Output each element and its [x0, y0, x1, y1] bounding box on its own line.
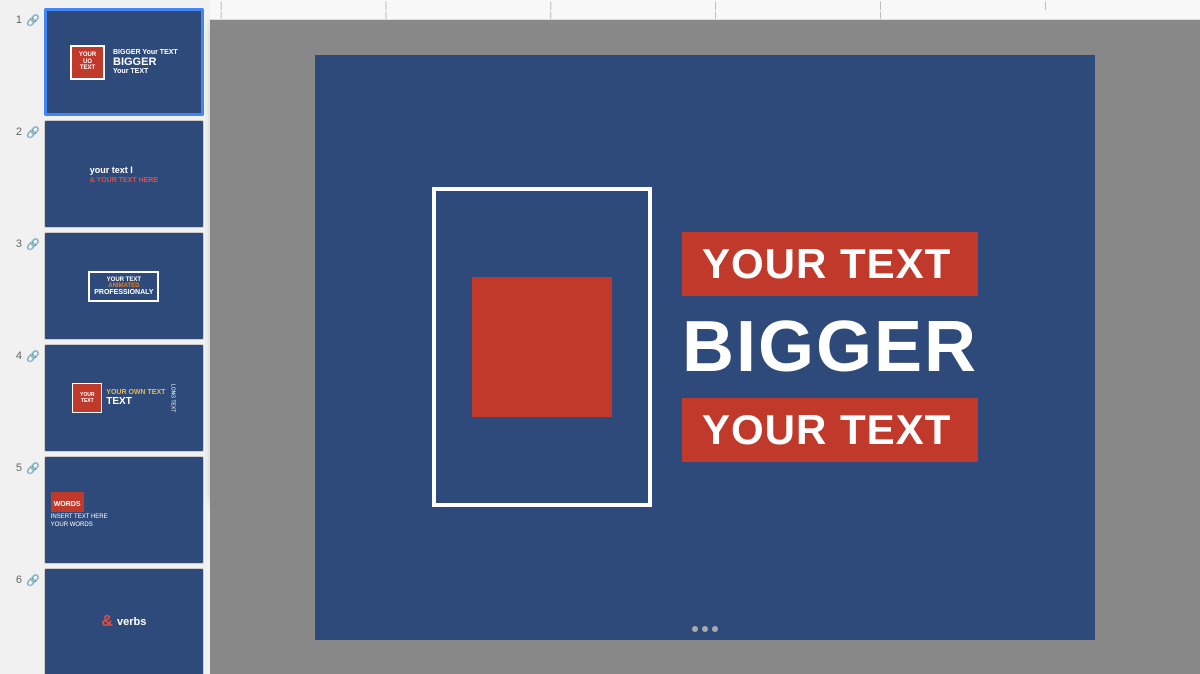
dot-1	[692, 626, 698, 632]
slide-thumbnail-5[interactable]: WORDS INSERT TEXT HERE YOUR WORDS	[44, 456, 204, 564]
link-icon-2: 🔗	[26, 120, 40, 139]
thumbnail-wrapper-5: 5 🔗 WORDS INSERT TEXT HERE YOUR WORDS	[6, 456, 204, 564]
slide-dots	[692, 626, 718, 632]
thumb1-small-text: BIGGER Your TEXT	[113, 49, 178, 56]
link-icon-1: 🔗	[26, 8, 40, 27]
thumbnail-wrapper-4: 4 🔗 YOUR TEXT YOUR OWN TEXT TEXT LONG TE…	[6, 344, 204, 452]
slide-bigger-text: BIGGER	[682, 306, 978, 388]
thumb4-rt2: TEXT	[81, 398, 94, 404]
slide-thumbnail-4[interactable]: YOUR TEXT YOUR OWN TEXT TEXT LONG TEXT	[44, 344, 204, 452]
slide-content: YOUR TEXT BIGGER YOUR TEXT	[315, 55, 1095, 640]
thumb2-text1: your text I	[90, 165, 133, 175]
thumb6-text: verbs	[117, 616, 146, 628]
slide-thumbnail-1[interactable]: YOURUOTEXT BIGGER Your TEXT BIGGER Your …	[44, 8, 204, 116]
slide-left-decoration	[432, 187, 652, 507]
slide-num-5: 5	[6, 456, 22, 474]
link-icon-3: 🔗	[26, 232, 40, 251]
main-area: | | | | | | | | | | | YOUR TEXT BIGGER Y…	[210, 0, 1200, 674]
dot-3	[712, 626, 718, 632]
thumb4-white: TEXT	[106, 396, 165, 407]
thumb4-side: LONG TEXT	[169, 384, 175, 412]
slide-num-3: 3	[6, 232, 22, 250]
thumb3-t3: PROFESSIONALY	[94, 289, 153, 296]
slide-thumbnail-6[interactable]: & verbs	[44, 568, 204, 674]
slide-bottom-text: YOUR TEXT	[702, 406, 951, 453]
link-icon-6: 🔗	[26, 568, 40, 587]
slide-num-6: 6	[6, 568, 22, 586]
slide-bottom-red: YOUR TEXT	[682, 398, 978, 462]
slide-canvas: YOUR TEXT BIGGER YOUR TEXT	[315, 55, 1095, 640]
thumbnail-wrapper-2: 2 🔗 your text I & YOUR TEXT HERE	[6, 120, 204, 228]
slide-left-red	[472, 277, 612, 417]
link-icon-4: 🔗	[26, 344, 40, 363]
thumbnails-panel: 1 🔗 YOURUOTEXT BIGGER Your TEXT BIGGER Y…	[0, 0, 210, 674]
thumb5-t1: INSERT TEXT HERE	[51, 514, 108, 520]
link-icon-5: 🔗	[26, 456, 40, 475]
slide-num-4: 4	[6, 344, 22, 362]
thumb5-red-text: WORDS	[54, 501, 81, 508]
thumb6-amp: &	[101, 613, 113, 631]
ruler-marks: | | | | | | | | | | |	[220, 0, 1200, 20]
thumbnail-wrapper-3: 3 🔗 YOUR TEXT ANIMATED PROFESSIONALY	[6, 232, 204, 340]
dot-2	[702, 626, 708, 632]
thumbnail-wrapper-6: 6 🔗 & verbs	[6, 568, 204, 674]
slide-title-red-1: YOUR TEXT	[682, 232, 978, 296]
slide-num-1: 1	[6, 8, 22, 26]
canvas-area[interactable]: YOUR TEXT BIGGER YOUR TEXT	[210, 20, 1200, 674]
slide-title-text-1: YOUR TEXT	[702, 240, 951, 287]
thumb4-yellow: YOUR OWN TEXT	[106, 389, 165, 396]
thumb5-t2: YOUR WORDS	[51, 522, 93, 528]
thumb2-text2: & YOUR TEXT HERE	[90, 177, 158, 184]
slide-thumbnail-3[interactable]: YOUR TEXT ANIMATED PROFESSIONALY	[44, 232, 204, 340]
thumb1-big-text: BIGGER	[113, 56, 178, 68]
slide-thumbnail-2[interactable]: your text I & YOUR TEXT HERE	[44, 120, 204, 228]
slide-right-text: YOUR TEXT BIGGER YOUR TEXT	[682, 232, 978, 462]
ruler-top: | | | | | | | | | | |	[210, 0, 1200, 20]
slide-num-2: 2	[6, 120, 22, 138]
thumb1-redbox-text: YOURUOTEXT	[79, 52, 96, 72]
thumbnail-wrapper-1: 1 🔗 YOURUOTEXT BIGGER Your TEXT BIGGER Y…	[6, 8, 204, 116]
thumb1-small-text2: Your TEXT	[113, 68, 178, 75]
